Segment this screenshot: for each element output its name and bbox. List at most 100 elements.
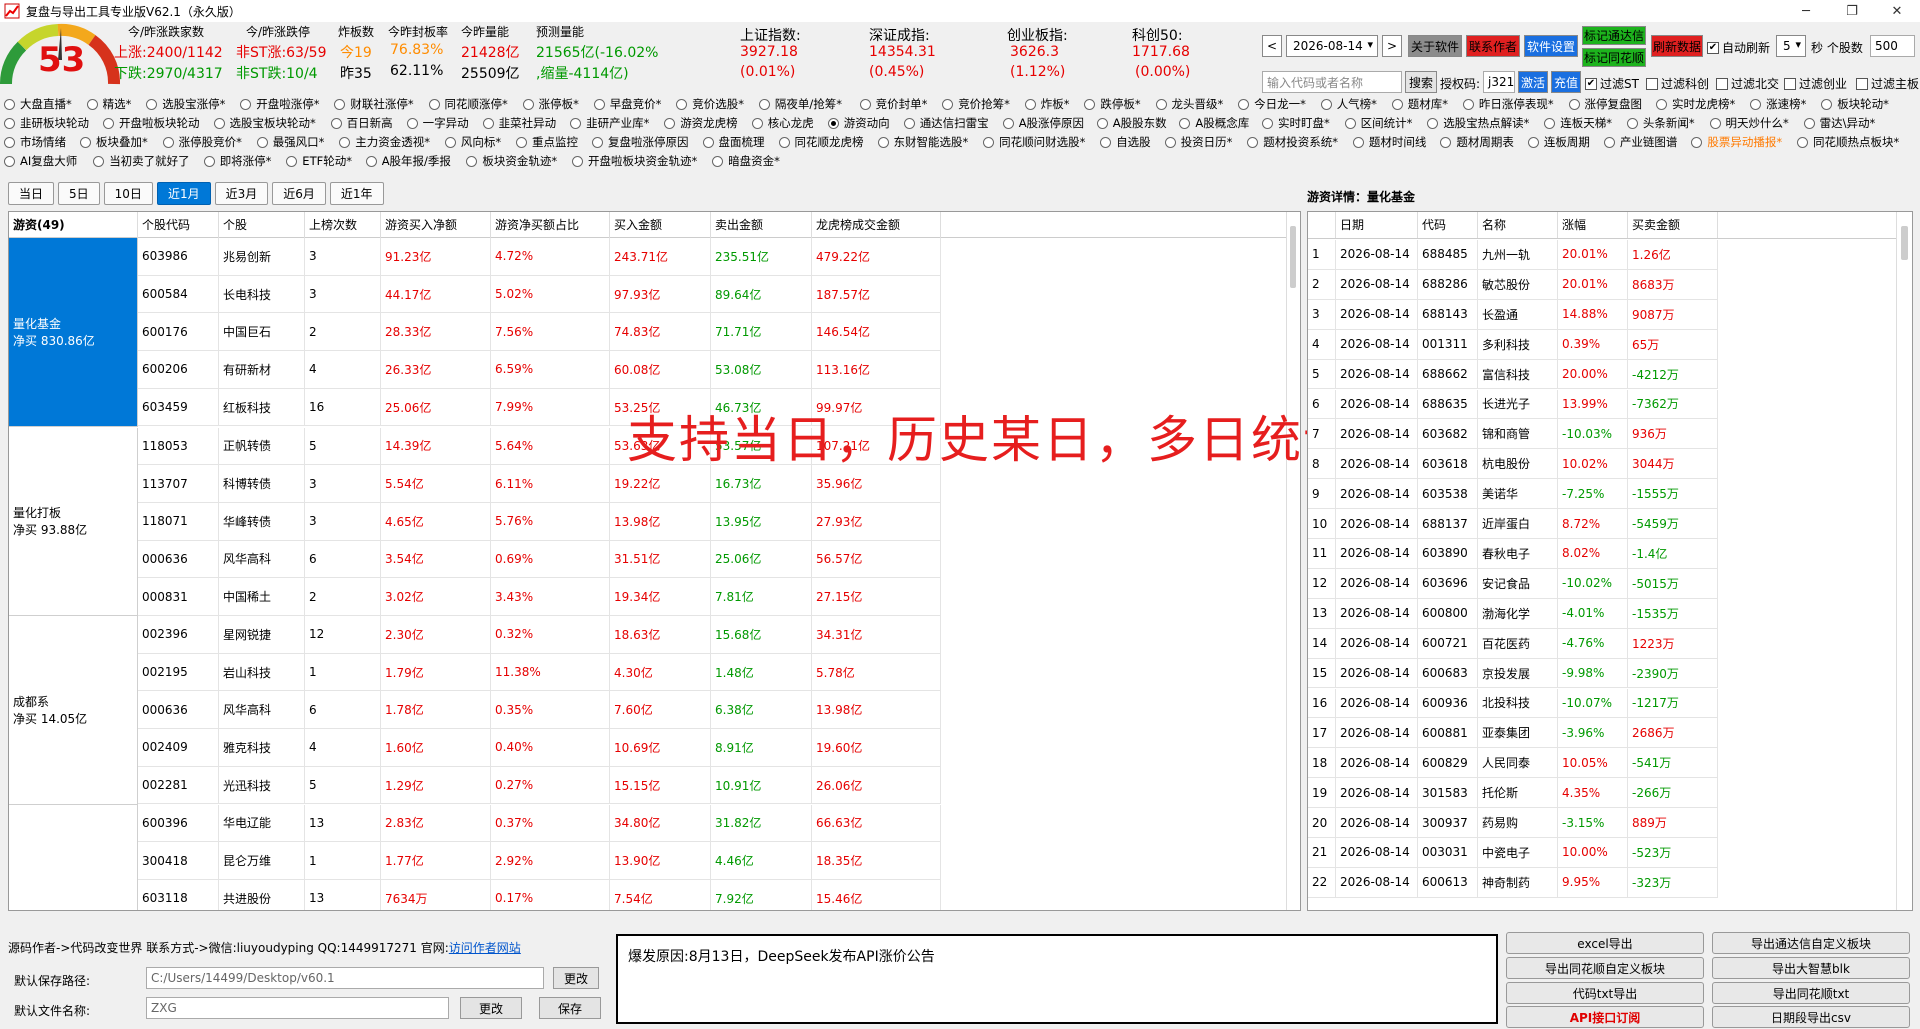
table-cell[interactable]: 65万	[1628, 329, 1718, 360]
radio-option[interactable]: 暗盘资金*	[712, 153, 780, 169]
table-cell[interactable]: 3	[305, 238, 381, 276]
table-cell[interactable]: 3	[305, 465, 381, 503]
table-cell[interactable]: 002281	[138, 766, 219, 805]
date-select[interactable]: 2026-08-14	[1286, 35, 1378, 57]
table-scrollbar[interactable]	[1286, 212, 1300, 910]
radio-option[interactable]: 涨停复盘图	[1568, 96, 1642, 112]
table-cell[interactable]: 4	[305, 729, 381, 767]
table-cell[interactable]: 多利科技	[1478, 329, 1558, 360]
table-cell[interactable]: 146.54亿	[812, 313, 941, 352]
radio-option[interactable]: 区间统计*	[1344, 115, 1412, 131]
table-cell[interactable]: 杭电股份	[1478, 449, 1558, 480]
column-header[interactable]: 买入金额	[610, 212, 711, 238]
row-number[interactable]: 9	[1308, 479, 1336, 510]
table-cell[interactable]: -3.96%	[1558, 718, 1628, 749]
table-cell[interactable]: 2026-08-14	[1336, 598, 1418, 629]
table-cell[interactable]: 5.64%	[491, 427, 610, 466]
export-dzh-blk-button[interactable]: 导出大智慧blk	[1712, 957, 1910, 979]
radio-option[interactable]: 板块叠加*	[80, 134, 148, 150]
table-cell[interactable]: 风华高科	[219, 540, 305, 579]
table-cell[interactable]: 托伦斯	[1478, 778, 1558, 809]
radio-option[interactable]: 竞价抢筹*	[942, 96, 1010, 112]
radio-option[interactable]: 通达信扫雷宝	[903, 115, 989, 131]
table-cell[interactable]: -9.98%	[1558, 658, 1628, 689]
table-cell[interactable]: 4.35%	[1558, 778, 1628, 809]
refresh-button[interactable]: 刷新数据	[1651, 35, 1703, 57]
table-cell[interactable]: 603118	[138, 879, 219, 910]
radio-option[interactable]: 韭研板块轮动	[4, 115, 89, 131]
row-number[interactable]: 2	[1308, 269, 1336, 300]
hot-money-group[interactable]: 成都系 净买 14.05亿	[9, 616, 138, 805]
save-path-input[interactable]: C:/Users/14499/Desktop/v60.1	[146, 967, 544, 989]
table-cell[interactable]: 有研新材	[219, 351, 305, 389]
row-number[interactable]: 6	[1308, 389, 1336, 420]
radio-option[interactable]: 即将涨停*	[203, 153, 271, 169]
period-tab[interactable]: 5日	[58, 182, 100, 205]
table-cell[interactable]: 600584	[138, 275, 219, 314]
column-header[interactable]: 个股	[219, 212, 305, 238]
table-cell[interactable]: 0.69%	[491, 540, 610, 579]
radio-option[interactable]: ETF轮动*	[286, 153, 352, 169]
table-cell[interactable]: 1	[305, 842, 381, 880]
activate-button[interactable]: 激活	[1518, 71, 1548, 93]
radio-option[interactable]: 跌停板*	[1084, 96, 1141, 112]
table-cell[interactable]: 28.33亿	[381, 313, 491, 352]
radio-option[interactable]: 板块轮动*	[1821, 96, 1889, 112]
table-cell[interactable]: 97.93亿	[610, 275, 711, 314]
table-cell[interactable]: 002409	[138, 729, 219, 767]
radio-option[interactable]: 开盘啦涨停*	[240, 96, 320, 112]
table-cell[interactable]: 京投发展	[1478, 658, 1558, 689]
radio-option[interactable]: 主力资金透视*	[339, 134, 430, 150]
table-cell[interactable]: 603618	[1418, 449, 1478, 480]
table-cell[interactable]: 雅克科技	[219, 729, 305, 767]
table-cell[interactable]: 25.06亿	[711, 540, 812, 579]
radio-option[interactable]: 竞价封单*	[859, 96, 927, 112]
table-cell[interactable]: 中国巨石	[219, 313, 305, 352]
date-range-csv-button[interactable]: 日期段导出csv	[1712, 1006, 1910, 1028]
table-cell[interactable]: 2026-08-14	[1336, 299, 1418, 330]
radio-option[interactable]: 头条新闻*	[1626, 115, 1695, 131]
scroll-thumb[interactable]	[1290, 226, 1296, 288]
table-cell[interactable]: 10.05%	[1558, 748, 1628, 779]
table-cell[interactable]: 0.39%	[1558, 329, 1628, 360]
radio-option[interactable]: 选股宝热点解读*	[1427, 115, 1529, 131]
minimize-icon[interactable]: ─	[1783, 0, 1829, 22]
radio-option[interactable]: 涨速榜*	[1750, 96, 1806, 112]
table-cell[interactable]: 20.00%	[1558, 359, 1628, 390]
table-cell[interactable]: 7634万	[381, 879, 491, 910]
restore-icon[interactable]: ❐	[1829, 0, 1875, 22]
period-tab[interactable]: 近1月	[156, 182, 211, 205]
table-cell[interactable]: 3	[305, 275, 381, 314]
table-cell[interactable]: 6.38亿	[711, 691, 812, 730]
radio-option[interactable]: AI复盘大师	[4, 153, 77, 169]
radio-option[interactable]: 精选*	[86, 96, 131, 112]
table-cell[interactable]: 18.35亿	[812, 842, 941, 880]
table-cell[interactable]: -2390万	[1628, 658, 1718, 689]
change-file-button[interactable]: 更改	[460, 997, 522, 1019]
table-cell[interactable]: 5.76%	[491, 502, 610, 541]
table-cell[interactable]: 2026-08-14	[1336, 808, 1418, 838]
table-cell[interactable]: 001311	[1418, 329, 1478, 360]
change-path-button[interactable]: 更改	[553, 967, 599, 989]
table-cell[interactable]: 正帆转债	[219, 427, 305, 466]
table-cell[interactable]: 66.63亿	[812, 804, 941, 843]
table-cell[interactable]: 7.81亿	[711, 578, 812, 616]
period-tab[interactable]: 近6月	[272, 182, 326, 205]
author-site-link[interactable]: 访问作者网站	[449, 941, 521, 955]
radio-option[interactable]: 韭研产业库*	[570, 115, 649, 131]
table-cell[interactable]: 118071	[138, 502, 219, 541]
row-number[interactable]: 13	[1308, 598, 1336, 629]
table-cell[interactable]: 2026-08-14	[1336, 359, 1418, 390]
table-cell[interactable]: 九州一轨	[1478, 240, 1558, 270]
table-cell[interactable]: -5459万	[1628, 509, 1718, 539]
table-cell[interactable]: 19.34亿	[610, 578, 711, 616]
period-tab[interactable]: 近1年	[329, 182, 384, 205]
table-cell[interactable]: 敏芯股份	[1478, 269, 1558, 300]
table-cell[interactable]: 2026-08-14	[1336, 867, 1418, 898]
radio-option[interactable]: 题材时间线	[1352, 134, 1426, 150]
row-number[interactable]: 11	[1308, 539, 1336, 569]
table-cell[interactable]: 13.90亿	[610, 842, 711, 880]
table-cell[interactable]: -1555万	[1628, 479, 1718, 510]
radio-option[interactable]: 涨停板*	[522, 96, 579, 112]
table-cell[interactable]: 风华高科	[219, 691, 305, 730]
